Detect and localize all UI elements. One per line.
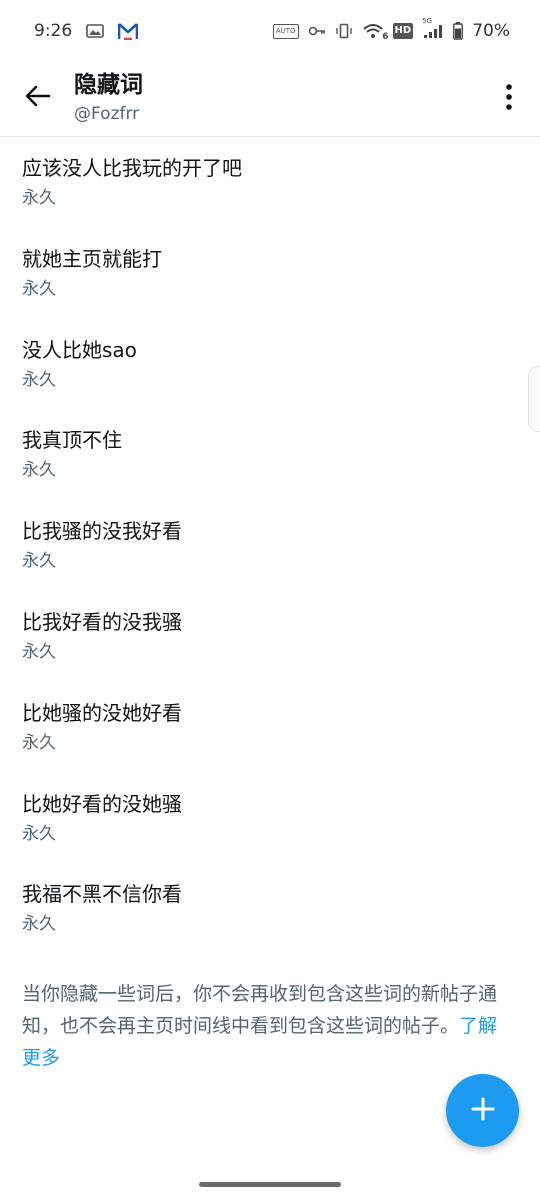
gallery-icon: [86, 23, 104, 39]
more-options-button[interactable]: [502, 82, 516, 112]
muted-word-duration: 永久: [22, 551, 56, 572]
network-badge: 5G: [422, 17, 433, 25]
home-indicator[interactable]: [199, 1182, 341, 1187]
mail-icon: [118, 22, 139, 40]
muted-word-text: 比我骚的没我好看: [22, 519, 182, 544]
wifi-badge: 6: [382, 32, 389, 42]
muted-word-text: 就她主页就能打: [22, 246, 162, 271]
muted-word-text: 应该没人比我玩的开了吧: [22, 156, 242, 180]
status-time: 9:26: [34, 21, 73, 41]
muted-word-item[interactable]: 比她骚的没她好看 永久: [0, 682, 540, 773]
muted-words-list: 应该没人比我玩的开了吧 永久 就她主页就能打 永久 没人比她sao 永久 我真顶…: [0, 137, 540, 954]
battery-icon: [453, 22, 464, 40]
muted-word-item[interactable]: 应该没人比我玩的开了吧 永久: [0, 137, 540, 228]
muted-word-item[interactable]: 就她主页就能打 永久: [0, 228, 540, 319]
battery-percent: 70%: [472, 21, 510, 41]
arrow-left-icon: [22, 85, 54, 116]
muted-word-duration: 永久: [22, 278, 56, 299]
muted-word-duration: 永久: [22, 823, 56, 844]
muted-word-text: 比我好看的没我骚: [22, 609, 182, 634]
title-block: 隐藏词 @Fozfrr: [74, 70, 143, 126]
signal-icon: 5G: [422, 17, 444, 39]
wifi-icon: 6: [362, 22, 389, 42]
muted-words-explanation: 当你隐藏一些词后，你不会再收到包含这些词的新帖子通知，也不会再主页时间线中看到包…: [22, 978, 518, 1074]
add-muted-word-button[interactable]: [446, 1074, 519, 1147]
muted-word-item[interactable]: 比她好看的没她骚 永久: [0, 773, 540, 864]
more-vertical-icon: [502, 84, 516, 116]
muted-word-item[interactable]: 没人比她sao 永久: [0, 319, 540, 410]
muted-word-item[interactable]: 我福不黑不信你看 永久: [0, 863, 540, 954]
page-title: 隐藏词: [74, 72, 143, 98]
hd-badge-icon: HD: [392, 23, 414, 39]
muted-word-item[interactable]: 我真顶不住 永久: [0, 409, 540, 500]
explanation-text: 当你隐藏一些词后，你不会再收到包含这些词的新帖子通知，也不会再主页时间线中看到包…: [22, 983, 498, 1037]
key-icon: [308, 25, 326, 37]
edge-panel-handle[interactable]: [528, 366, 540, 432]
muted-word-item[interactable]: 比我好看的没我骚 永久: [0, 591, 540, 682]
muted-word-text: 比她骚的没她好看: [22, 700, 182, 725]
muted-word-duration: 永久: [22, 460, 56, 481]
plus-icon: [469, 1095, 497, 1127]
muted-word-duration: 永久: [22, 188, 56, 208]
back-button[interactable]: [22, 80, 54, 112]
auto-badge-icon: AUTO: [272, 23, 299, 39]
app-header: 隐藏词 @Fozfrr: [0, 62, 540, 137]
muted-word-duration: 永久: [22, 732, 56, 753]
muted-word-duration: 永久: [22, 369, 56, 390]
vibrate-icon: [335, 23, 353, 39]
muted-word-duration: 永久: [22, 914, 56, 935]
account-handle: @Fozfrr: [74, 104, 140, 124]
muted-word-item[interactable]: 比我骚的没我好看 永久: [0, 500, 540, 591]
muted-word-duration: 永久: [22, 641, 56, 662]
muted-word-text: 比她好看的没她骚: [22, 791, 182, 816]
muted-word-text: 没人比她sao: [22, 337, 137, 362]
status-bar: 9:26 AUTO 6 HD 5G 70%: [0, 0, 540, 62]
muted-word-text: 我真顶不住: [22, 428, 122, 453]
muted-word-text: 我福不黑不信你看: [22, 882, 182, 907]
